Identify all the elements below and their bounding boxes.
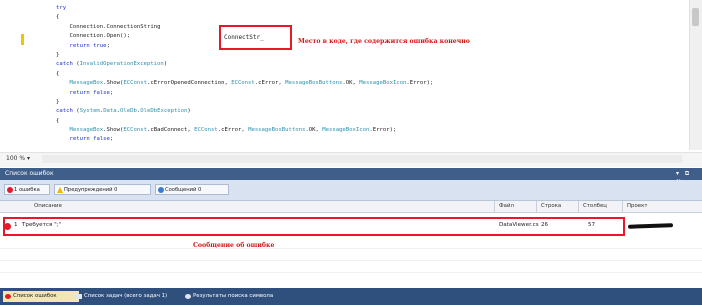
col-description[interactable]: Описание bbox=[34, 203, 62, 209]
zoom-level[interactable]: 100 % ▾ bbox=[6, 155, 30, 162]
code-line[interactable]: { bbox=[56, 70, 433, 79]
search-icon bbox=[185, 294, 191, 299]
col-column[interactable]: Столбец bbox=[583, 203, 607, 209]
code-line[interactable]: { bbox=[56, 13, 433, 22]
warning-icon bbox=[57, 187, 63, 193]
grid-line bbox=[0, 248, 702, 249]
error-icon bbox=[7, 187, 13, 193]
tab-label: Список задач (всего задач 1) bbox=[84, 293, 168, 299]
scrollbar-thumb[interactable] bbox=[692, 8, 699, 26]
code-line[interactable]: return false; bbox=[56, 89, 433, 98]
code-line[interactable]: } bbox=[56, 98, 433, 107]
column-divider[interactable] bbox=[494, 201, 495, 212]
code-annotation: Место в коде, где содержится ошибка коне… bbox=[298, 38, 470, 45]
row-annotation: Сообщение об ошибке bbox=[193, 242, 275, 249]
code-line[interactable]: try bbox=[56, 4, 433, 13]
grid-line bbox=[0, 260, 702, 261]
tab-error-list[interactable]: Список ошибок bbox=[3, 291, 79, 302]
warnings-filter-label: Предупреждений 0 bbox=[64, 187, 118, 193]
error-list-header bbox=[0, 168, 702, 180]
code-line[interactable]: MessageBox.Show(ECConst.cErrorOpenedConn… bbox=[56, 79, 433, 88]
col-line[interactable]: Строка bbox=[541, 203, 561, 209]
messages-filter-button[interactable]: Сообщений 0 bbox=[155, 184, 229, 195]
col-project[interactable]: Проект bbox=[627, 203, 648, 209]
info-icon bbox=[158, 187, 164, 193]
highlighted-token: ConnectStr_ bbox=[224, 34, 264, 41]
horizontal-scrollbar[interactable] bbox=[42, 155, 682, 163]
tab-label: Список ошибок bbox=[13, 293, 57, 299]
error-list-title: Список ошибок bbox=[5, 170, 54, 177]
code-line[interactable]: MessageBox.Show(ECConst.cBadConnect, ECC… bbox=[56, 126, 433, 135]
grid-line bbox=[0, 272, 702, 273]
errors-filter-label: 1 ошибка bbox=[14, 187, 40, 193]
column-divider[interactable] bbox=[536, 201, 537, 212]
tab-label: Результаты поиска символа bbox=[193, 293, 274, 299]
messages-filter-label: Сообщений 0 bbox=[165, 187, 202, 193]
error-icon bbox=[5, 294, 11, 299]
column-divider[interactable] bbox=[622, 201, 623, 212]
warnings-filter-button[interactable]: Предупреждений 0 bbox=[54, 184, 151, 195]
code-line[interactable]: catch (System.Data.OleDb.OleDbException) bbox=[56, 107, 433, 116]
col-file[interactable]: Файл bbox=[499, 203, 514, 209]
errors-filter-button[interactable]: 1 ошибка bbox=[4, 184, 50, 195]
code-line[interactable]: catch (InvalidOperationException) bbox=[56, 60, 433, 69]
tab-symbol-search-results[interactable]: Результаты поиска символа bbox=[183, 291, 303, 302]
code-line[interactable]: { bbox=[56, 117, 433, 126]
editor-gutter bbox=[0, 0, 40, 152]
error-row-highlight bbox=[3, 217, 625, 236]
chevron-down-icon: ▾ bbox=[26, 155, 30, 162]
task-list-icon bbox=[76, 294, 82, 299]
code-line[interactable]: } bbox=[56, 51, 433, 60]
zoom-value: 100 % bbox=[6, 155, 26, 162]
change-marker bbox=[21, 34, 24, 45]
tab-task-list[interactable]: Список задач (всего задач 1) bbox=[74, 291, 190, 302]
code-line[interactable]: return false; bbox=[56, 135, 433, 144]
column-divider[interactable] bbox=[578, 201, 579, 212]
